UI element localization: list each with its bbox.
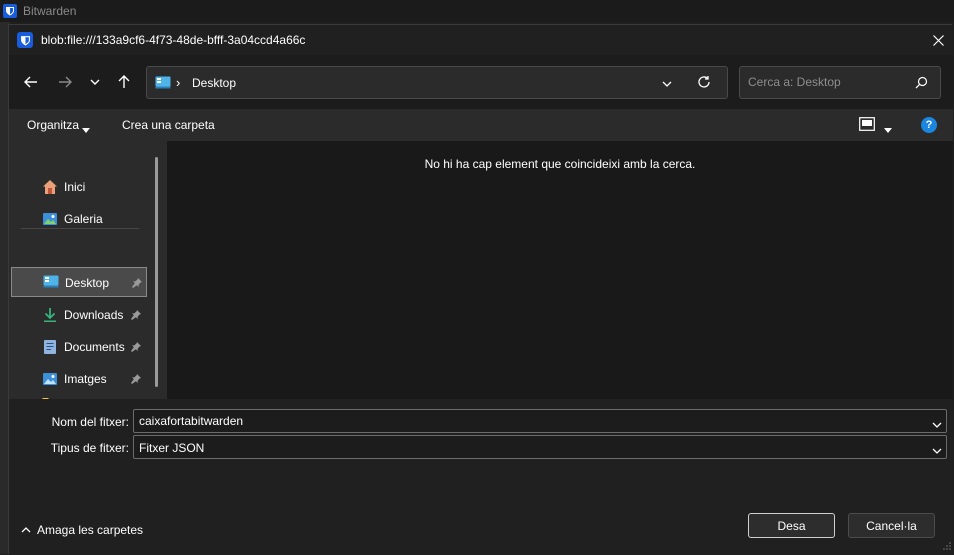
hide-folders-toggle[interactable]: Amaga les carpetes	[21, 523, 143, 537]
gallery-icon	[42, 211, 58, 227]
recent-locations-button[interactable]	[81, 68, 109, 96]
navigation-bar: › Desktop	[9, 55, 953, 109]
navigation-scrollbar[interactable]	[155, 157, 158, 387]
file-list-area[interactable]: No hi ha cap element que coincideixi amb…	[167, 141, 953, 399]
filetype-label: Tipus de fitxer:	[50, 441, 129, 455]
save-button[interactable]: Desa	[748, 513, 835, 538]
nav-item-label: Inici	[64, 180, 86, 194]
filename-label: Nom del fitxer:	[51, 415, 129, 429]
resize-grip-icon[interactable]	[943, 539, 951, 553]
bitwarden-logo-icon	[3, 4, 17, 18]
pin-icon	[131, 341, 141, 355]
breadcrumb-desktop[interactable]: Desktop	[192, 76, 236, 90]
search-box[interactable]	[739, 66, 941, 99]
help-button[interactable]: ?	[921, 117, 937, 133]
filetype-select[interactable]: Fitxer JSON	[133, 435, 947, 459]
forward-button[interactable]	[51, 68, 79, 96]
nav-item-downloads[interactable]: Downloads	[11, 300, 147, 330]
nav-item-label: Documents	[64, 340, 125, 354]
chevron-down-icon[interactable]	[932, 417, 942, 431]
refresh-button[interactable]	[697, 75, 711, 92]
close-icon	[932, 34, 944, 46]
dialog-title: blob:file:///133a9cf6-4f73-48de-bfff-3a0…	[41, 33, 306, 47]
nav-item-home[interactable]: Inici	[11, 172, 147, 202]
dialog-footer: Nom del fitxer: Tipus de fitxer: Fitxer …	[9, 399, 953, 555]
nav-item-pictures[interactable]: Imatges	[11, 364, 147, 394]
breadcrumb-separator: ›	[176, 75, 181, 90]
pictures-icon	[42, 371, 58, 387]
save-file-dialog: blob:file:///133a9cf6-4f73-48de-bfff-3a0…	[8, 24, 953, 555]
address-bar[interactable]: › Desktop	[146, 66, 728, 99]
empty-search-message: No hi ha cap element que coincideixi amb…	[424, 157, 696, 171]
view-options-button[interactable]	[859, 117, 875, 134]
download-icon	[42, 307, 58, 323]
dialog-titlebar: blob:file:///133a9cf6-4f73-48de-bfff-3a0…	[9, 25, 953, 55]
filename-input[interactable]	[139, 414, 919, 428]
desktop-icon	[155, 76, 171, 92]
refresh-icon	[698, 76, 710, 88]
filetype-value: Fitxer JSON	[139, 441, 205, 455]
home-icon	[42, 179, 58, 195]
nav-item-label: Galeria	[64, 212, 103, 226]
search-input[interactable]	[748, 75, 908, 89]
arrow-up-icon	[118, 75, 130, 88]
nav-item-label: Downloads	[64, 308, 124, 322]
nav-item-label: Imatges	[64, 372, 107, 386]
back-button[interactable]	[17, 68, 45, 96]
document-icon	[42, 339, 58, 355]
nav-item-label: Desktop	[65, 276, 110, 290]
arrow-right-icon	[59, 76, 72, 88]
caret-down-icon[interactable]	[884, 122, 892, 136]
desktop-icon	[43, 275, 59, 291]
command-bar: Organitza Crea una carpeta ?	[9, 109, 953, 141]
search-icon[interactable]	[915, 76, 928, 92]
organize-button[interactable]: Organitza	[27, 118, 79, 132]
chevron-down-icon[interactable]	[932, 443, 942, 457]
pin-icon	[132, 277, 142, 291]
view-icon	[859, 117, 875, 131]
up-button[interactable]	[110, 68, 138, 96]
nav-item-gallery[interactable]: Galeria	[11, 204, 147, 234]
pin-icon	[131, 373, 141, 387]
nav-divider	[21, 228, 139, 229]
filename-combobox[interactable]	[133, 409, 947, 433]
arrow-left-icon	[24, 76, 37, 88]
chevron-up-icon	[21, 527, 31, 533]
hide-folders-label: Amaga les carpetes	[37, 523, 144, 537]
caret-down-icon	[82, 122, 90, 136]
new-folder-button[interactable]: Crea una carpeta	[122, 118, 215, 132]
chevron-down-icon	[662, 81, 672, 87]
address-history-button[interactable]	[662, 76, 672, 90]
nav-item-desktop[interactable]: Desktop	[11, 267, 147, 297]
bitwarden-logo-icon	[17, 32, 33, 48]
background-titlebar: Bitwarden	[0, 0, 954, 22]
close-button[interactable]	[923, 25, 953, 55]
chevron-down-icon	[90, 79, 100, 85]
nav-item-documents[interactable]: Documents	[11, 332, 147, 362]
background-app-title: Bitwarden	[23, 4, 77, 18]
pin-icon	[131, 309, 141, 323]
cancel-button[interactable]: Cancel·la	[848, 513, 935, 538]
navigation-pane: Inici Galeria Desktop Downloads Document…	[9, 141, 167, 418]
